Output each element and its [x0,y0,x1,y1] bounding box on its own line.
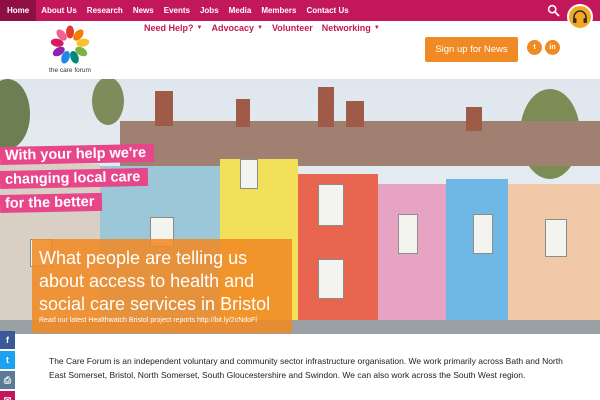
window-image [545,219,567,257]
window-image [398,214,418,254]
subnav-advocacy[interactable]: Advocacy ▼ [211,23,262,33]
print-icon[interactable]: ⎙ [0,371,15,389]
subnav-label: Need Help? [144,23,194,33]
chimney-image [155,91,173,126]
email-icon[interactable]: ✉ [0,391,15,400]
banner-line: changing local care [0,167,149,189]
topnav-media[interactable]: Media [224,0,257,21]
chimney-image [466,107,482,131]
twitter-icon[interactable]: t [527,40,542,55]
search-icon[interactable] [547,4,560,17]
site-header: the care forum Need Help? ▼ Advocacy ▼ V… [0,21,600,79]
hero-banner: With your help we're changing local care… [0,79,600,334]
subnav-networking[interactable]: Networking ▼ [322,23,380,33]
subnav-label: Advocacy [211,23,254,33]
intro-text: The Care Forum is an independent volunta… [49,356,563,380]
chevron-down-icon: ▼ [373,25,380,31]
chevron-down-icon: ▼ [257,25,263,31]
subnav-volunteer[interactable]: Volunteer [272,23,313,33]
care-forum-logo[interactable]: the care forum [45,24,95,78]
subnav-need-help[interactable]: Need Help? ▼ [144,23,202,33]
topnav-events[interactable]: Events [159,0,195,21]
roofline-image [120,121,600,166]
topnav-jobs[interactable]: Jobs [195,0,224,21]
window-image [240,159,258,189]
chimney-image [346,101,364,127]
house-image [378,184,446,334]
house-image [446,179,508,334]
topnav-news[interactable]: News [128,0,159,21]
logo-text: the care forum [49,67,91,74]
banner-line: for the better [0,192,103,213]
house-image [508,184,600,334]
top-navigation: Home About Us Research News Events Jobs … [0,0,354,21]
window-image [318,184,344,226]
chimney-image [318,87,334,127]
hero-caption[interactable]: What people are telling us about access … [32,239,292,333]
subnav-label: Networking [321,23,371,33]
window-image [318,259,344,299]
logo-hands-icon [50,25,90,64]
topnav-members[interactable]: Members [256,0,301,21]
twitter-icon[interactable]: t [0,351,15,369]
hero-caption-link[interactable]: Read our latest Healthwatch Bristol proj… [39,317,292,324]
tree-image [92,79,124,125]
topnav-contact-us[interactable]: Contact Us [301,0,353,21]
sign-up-news-button[interactable]: Sign up for News [425,37,518,62]
secondary-navigation: Need Help? ▼ Advocacy ▼ Volunteer Networ… [144,21,389,35]
banner-line: With your help we're [0,143,155,165]
topnav-research[interactable]: Research [82,0,128,21]
chevron-down-icon: ▼ [196,25,203,31]
topnav-home[interactable]: Home [0,0,37,21]
subnav-label: Volunteer [271,23,313,33]
topnav-about-us[interactable]: About Us [36,0,82,21]
chimney-image [236,99,250,127]
facebook-icon[interactable]: f [0,331,15,349]
headphones-avatar-icon[interactable] [567,4,593,30]
window-image [473,214,493,254]
hero-caption-title[interactable]: What people are telling us about access … [39,247,294,316]
linkedin-icon[interactable]: in [545,40,560,55]
